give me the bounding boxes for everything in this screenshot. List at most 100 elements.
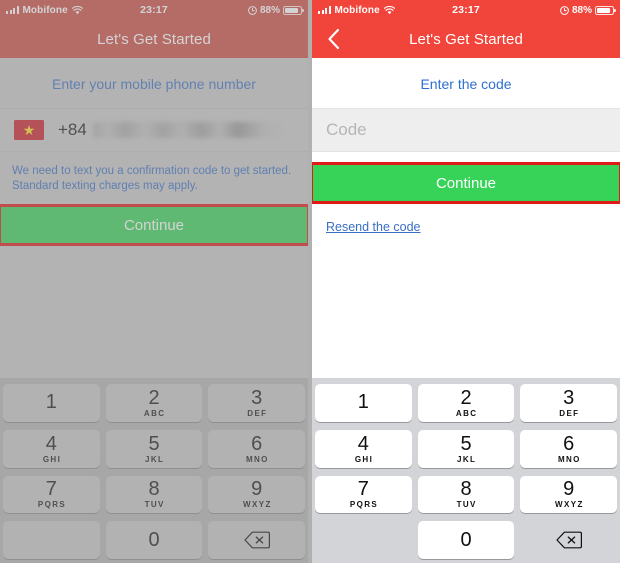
alarm-clock-icon [248, 5, 257, 15]
left-content: Enter your mobile phone number ★ +84 We … [0, 58, 308, 378]
key-number: 9 [251, 478, 263, 501]
key-number: 7 [357, 478, 369, 501]
key-number: 7 [45, 478, 57, 501]
key-letters: JKL [457, 454, 477, 464]
key-7[interactable]: 7 PQRS [315, 475, 412, 514]
resend-code-link[interactable]: Resend the code [312, 202, 435, 234]
battery-icon [283, 5, 304, 15]
right-heading: Enter the code [420, 76, 512, 92]
redacted-phone-number [92, 122, 294, 138]
left-heading: Enter your mobile phone number [52, 76, 256, 92]
backspace-icon[interactable] [520, 521, 617, 559]
key-blank [3, 521, 100, 559]
status-bar-right: 88% [560, 4, 616, 16]
keypad-row: 7 PQRS 8 TUV 9 WXYZ [3, 475, 306, 514]
key-1[interactable]: 1 [3, 384, 100, 422]
key-letters: WXYZ [555, 500, 584, 510]
key-number: 2 [460, 386, 472, 409]
right-cta-wrap: Continue [312, 152, 620, 204]
phone-number-input[interactable]: ★ +84 [0, 108, 308, 152]
battery-percent-label: 88% [571, 4, 592, 16]
key-2[interactable]: 2 ABC [417, 384, 515, 422]
key-letters: ABC [455, 408, 478, 418]
key-number: 1 [357, 390, 369, 413]
key-letters: PQRS [37, 500, 67, 510]
key-9[interactable]: 9 WXYZ [520, 475, 618, 514]
key-number: 2 [148, 386, 160, 409]
key-0[interactable]: 0 [417, 521, 515, 559]
keypad-row: 1 2 ABC 3 DEF [315, 384, 618, 422]
page-title: Let's Get Started [97, 30, 211, 48]
numeric-keypad[interactable]: 1 2 ABC 3 DEF 4 GHI 5 JKL 6 MNO 7 PQRS 8… [0, 378, 308, 563]
key-5[interactable]: 5 JKL [417, 429, 515, 468]
keypad-row: 0 [3, 521, 306, 559]
key-6[interactable]: 6 MNO [520, 429, 618, 468]
battery-percent-label: 88% [259, 4, 280, 16]
key-8[interactable]: 8 TUV [105, 475, 203, 514]
key-number: 8 [460, 478, 472, 501]
battery-icon [595, 5, 616, 15]
right-phone-screen: Mobifone 23:17 88% Let's Get Started Ent… [312, 0, 620, 563]
keypad-row: 4 GHI 5 JKL 6 MNO [315, 429, 618, 468]
key-letters: ABC [143, 408, 166, 418]
code-input[interactable]: Code [312, 108, 620, 152]
continue-button[interactable]: Continue [0, 204, 308, 246]
key-6[interactable]: 6 MNO [208, 429, 306, 468]
key-letters: GHI [42, 454, 62, 464]
key-letters: TUV [144, 500, 165, 510]
code-input-placeholder: Code [326, 120, 367, 139]
key-1[interactable]: 1 [315, 384, 412, 422]
continue-button[interactable]: Continue [312, 162, 620, 204]
key-5[interactable]: 5 JKL [105, 429, 203, 468]
vietnam-flag-icon: ★ [14, 120, 44, 140]
key-0[interactable]: 0 [105, 521, 203, 559]
keypad-row: 4 GHI 5 JKL 6 MNO [3, 429, 306, 468]
page-title: Let's Get Started [409, 30, 523, 48]
key-3[interactable]: 3 DEF [520, 384, 618, 422]
key-letters: MNO [245, 454, 269, 464]
status-bar-right: 88% [248, 4, 304, 16]
key-letters: TUV [456, 500, 477, 510]
chevron-left-icon[interactable] [320, 20, 346, 58]
right-content: Enter the code Code Continue Resend the … [312, 58, 620, 378]
key-number: 9 [563, 478, 575, 501]
status-bar: Mobifone 23:17 88% [0, 0, 308, 20]
key-3[interactable]: 3 DEF [208, 384, 306, 422]
key-number: 5 [148, 432, 160, 455]
key-4[interactable]: 4 GHI [315, 429, 412, 468]
nav-bar: Let's Get Started [0, 20, 308, 58]
dual-screenshot-container: Mobifone 23:17 88% Let's Get Started Ent… [0, 0, 620, 563]
status-bar: Mobifone 23:17 88% [312, 0, 620, 20]
key-number: 3 [563, 386, 575, 409]
key-number: 3 [251, 386, 263, 409]
key-letters: JKL [145, 454, 165, 464]
nav-bar: Let's Get Started [312, 20, 620, 58]
disclaimer-text: We need to text you a confirmation code … [12, 165, 292, 192]
key-number: 6 [251, 432, 263, 455]
key-4[interactable]: 4 GHI [3, 429, 100, 468]
key-number: 0 [148, 529, 160, 552]
key-blank [315, 521, 412, 559]
key-letters: DEF [247, 408, 268, 418]
backspace-icon[interactable] [208, 521, 306, 559]
key-letters: DEF [559, 408, 580, 418]
key-number: 1 [45, 390, 57, 413]
key-letters: GHI [354, 454, 374, 464]
alarm-clock-icon [560, 5, 569, 15]
keypad-row: 7 PQRS 8 TUV 9 WXYZ [315, 475, 618, 514]
key-number: 5 [460, 432, 472, 455]
key-letters: WXYZ [243, 500, 272, 510]
key-letters: MNO [557, 454, 581, 464]
key-number: 0 [460, 529, 472, 552]
left-phone-screen: Mobifone 23:17 88% Let's Get Started Ent… [0, 0, 308, 563]
key-number: 8 [148, 478, 160, 501]
key-number: 4 [357, 432, 369, 455]
key-7[interactable]: 7 PQRS [3, 475, 100, 514]
key-2[interactable]: 2 ABC [105, 384, 203, 422]
left-cta-wrap: Continue [0, 194, 308, 246]
keypad-row: 0 [315, 521, 617, 559]
numeric-keypad[interactable]: 1 2 ABC 3 DEF 4 GHI 5 JKL 6 MNO 7 PQRS 8… [312, 378, 620, 563]
key-9[interactable]: 9 WXYZ [208, 475, 306, 514]
key-8[interactable]: 8 TUV [417, 475, 515, 514]
keypad-row: 1 2 ABC 3 DEF [3, 384, 306, 422]
